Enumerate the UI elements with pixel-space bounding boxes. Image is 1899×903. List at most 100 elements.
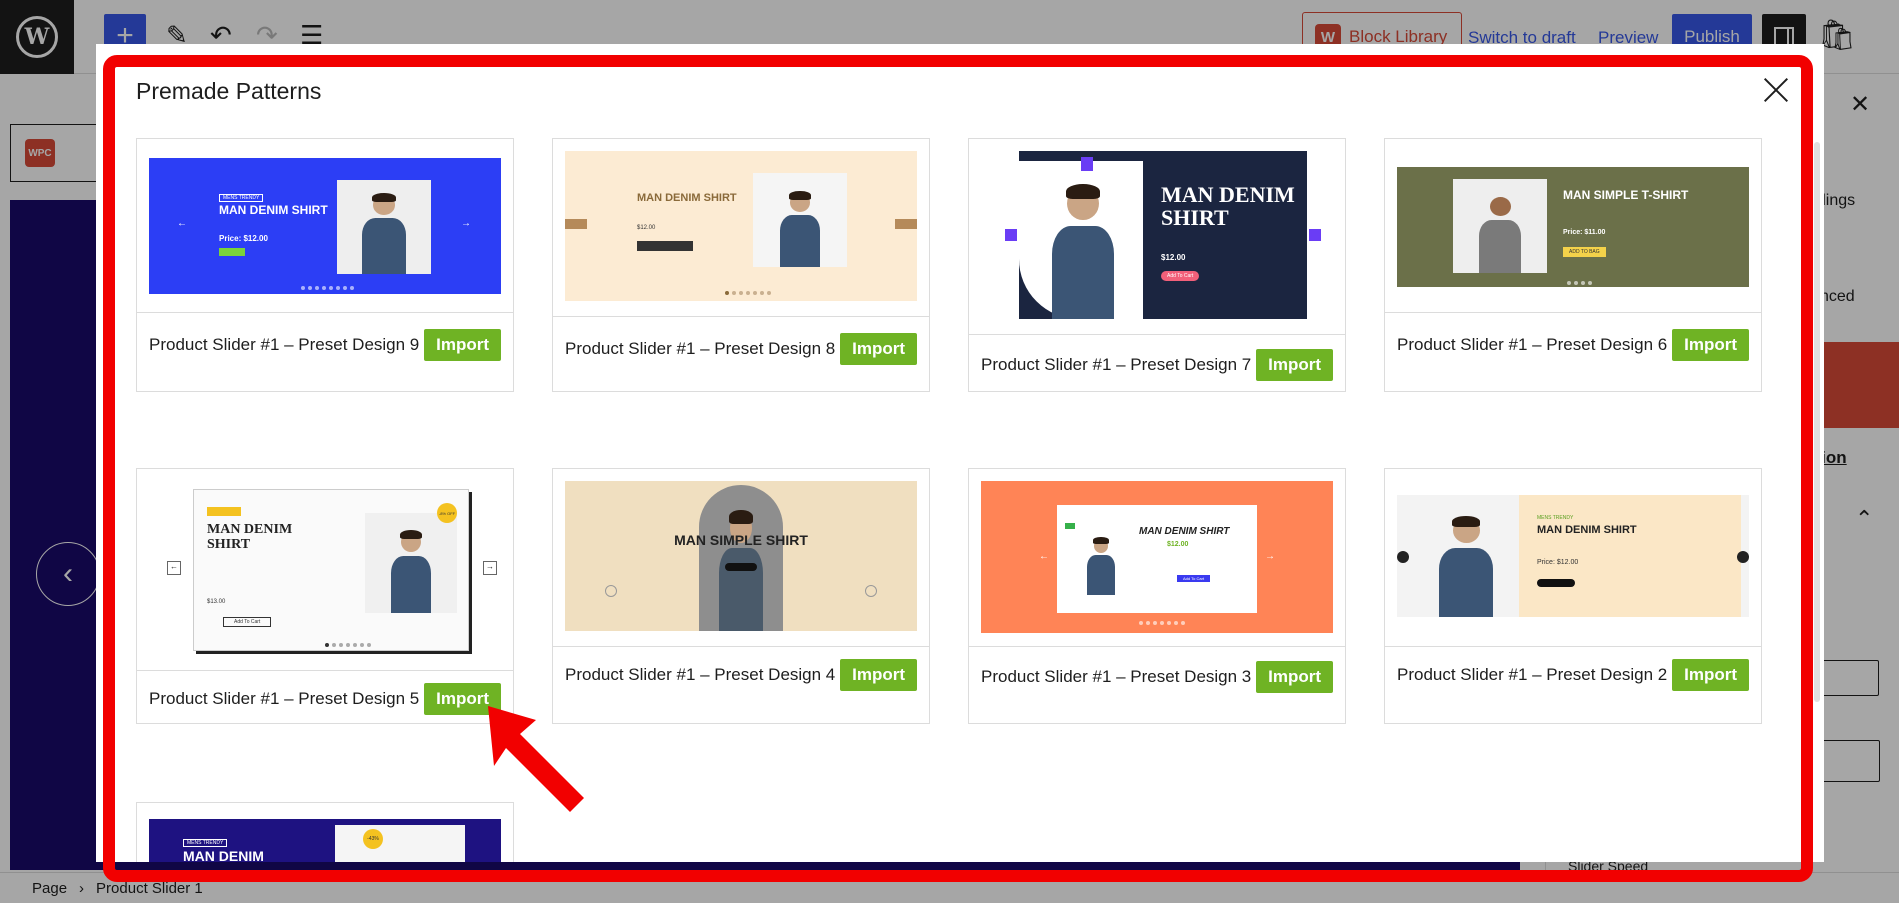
model-image	[1421, 505, 1511, 617]
prev-arrow-icon	[605, 585, 617, 597]
thumb-badge: -8% OFF	[437, 503, 457, 523]
thumb-tag: MENS TRENDY	[183, 839, 228, 847]
prev-arrow-icon: ←	[1039, 551, 1049, 562]
annotation-arrow-icon	[488, 706, 584, 812]
thumb-button: ADD TO BAG	[1563, 247, 1606, 257]
thumb-price: Price: $12.00	[219, 234, 268, 243]
thumb-headline: MAN DENIM SHIRT	[1161, 182, 1295, 231]
import-button[interactable]: Import	[840, 659, 917, 691]
card-footer: Product Slider #1 – Preset Design 4 Impo…	[565, 659, 917, 691]
model-image	[347, 184, 421, 274]
card-footer: Product Slider #1 – Preset Design 7 Impo…	[981, 349, 1333, 381]
prev-arrow-icon	[565, 219, 587, 229]
pattern-thumbnail[interactable]: MAN DENIM SHIRT $12.00 Add To Cart ← →	[969, 469, 1345, 647]
pattern-title: Product Slider #1 – Preset Design 5	[149, 689, 420, 708]
pattern-thumbnail[interactable]: MENS TRENDY MAN DENIM SHIRT Price: $12.0…	[137, 139, 513, 313]
model-image	[1031, 169, 1135, 319]
pattern-thumbnail[interactable]: MAN DENIM SHIRT $12.00 Add To Cart	[969, 139, 1345, 335]
thumb-headline: MAN SIMPLE T-SHIRT	[1563, 188, 1689, 202]
card-footer: Product Slider #1 – Preset Design 8 Impo…	[565, 333, 917, 365]
thumb-tag: MENS TRENDY	[219, 194, 264, 202]
card-footer: Product Slider #1 – Preset Design 9 Impo…	[149, 329, 501, 361]
slider-dots	[725, 291, 771, 295]
pattern-thumbnail[interactable]: MAN SIMPLE SHIRT	[553, 469, 929, 647]
pattern-card-design-1[interactable]: MENS TRENDY MAN DENIM -43%	[136, 802, 514, 862]
thumb-tag	[1065, 523, 1075, 529]
thumb-price: Price: $12.00	[1537, 559, 1579, 566]
pattern-card-design-7[interactable]: MAN DENIM SHIRT $12.00 Add To Cart Produ…	[968, 138, 1346, 392]
pattern-card-design-4[interactable]: MAN SIMPLE SHIRT Product Slider #1 – Pre…	[552, 468, 930, 724]
model-image	[767, 183, 833, 267]
pattern-thumbnail[interactable]: MENS TRENDY MAN DENIM SHIRT Price: $12.0…	[1385, 469, 1761, 647]
pattern-card-design-8[interactable]: MAN DENIM SHIRT $12.00 Product Slider #1…	[552, 138, 930, 392]
card-footer: Product Slider #1 – Preset Design 3 Impo…	[981, 661, 1333, 693]
thumb-headline: MAN DENIM SHIRT	[637, 192, 737, 204]
thumb-headline: MAN DENIM SHIRT	[1537, 524, 1637, 536]
pattern-card-design-6[interactable]: MAN SIMPLE T-SHIRT Price: $11.00 ADD TO …	[1384, 138, 1762, 392]
thumb-headline: MAN DENIM SHIRT	[219, 203, 328, 217]
pattern-thumbnail[interactable]: MAN SIMPLE T-SHIRT Price: $11.00 ADD TO …	[1385, 139, 1761, 313]
import-button[interactable]: Import	[840, 333, 917, 365]
prev-arrow-icon: ←	[177, 218, 187, 229]
badge-icon	[1081, 157, 1093, 171]
import-button[interactable]: Import	[1672, 659, 1749, 691]
prev-arrow-icon	[1397, 551, 1409, 563]
thumb-price: $12.00	[1167, 541, 1189, 548]
thumb-tag: MENS TRENDY	[1537, 515, 1574, 521]
import-button[interactable]: Import	[1256, 661, 1333, 693]
pattern-card-design-2[interactable]: MENS TRENDY MAN DENIM SHIRT Price: $12.0…	[1384, 468, 1762, 724]
slider-dots	[1567, 281, 1592, 285]
import-button[interactable]: Import	[1672, 329, 1749, 361]
pattern-thumbnail[interactable]: MAN DENIM SHIRT $13.00 Add To Cart -8% O…	[137, 469, 513, 671]
thumb-button: Add To Cart	[1161, 271, 1200, 281]
next-arrow-icon: →	[461, 218, 471, 229]
next-arrow-icon: →	[1265, 551, 1275, 562]
pattern-title: Product Slider #1 – Preset Design 8	[565, 339, 836, 358]
card-footer: Product Slider #1 – Preset Design 5 Impo…	[149, 683, 501, 715]
thumb-headline: MAN DENIM SHIRT	[207, 522, 293, 552]
slider-dots	[325, 643, 371, 647]
prev-arrow-icon: ←	[167, 561, 181, 575]
prev-arrow-icon	[1005, 229, 1017, 241]
thumb-button	[1537, 579, 1575, 587]
thumb-headline: MAN DENIM	[183, 848, 264, 862]
next-arrow-icon	[1737, 551, 1749, 563]
pattern-card-design-5[interactable]: MAN DENIM SHIRT $13.00 Add To Cart -8% O…	[136, 468, 514, 724]
pattern-card-design-9[interactable]: MENS TRENDY MAN DENIM SHIRT Price: $12.0…	[136, 138, 514, 392]
import-button[interactable]: Import	[1256, 349, 1333, 381]
modal-title: Premade Patterns	[136, 78, 322, 104]
model-image	[1077, 531, 1125, 595]
thumb-headline: MAN DENIM SHIRT	[1139, 526, 1230, 537]
premade-patterns-modal: Premade Patterns MENS TRENDY MAN DENIM S…	[96, 44, 1824, 862]
pattern-title: Product Slider #1 – Preset Design 4	[565, 665, 836, 684]
pattern-title: Product Slider #1 – Preset Design 6	[1397, 335, 1668, 354]
thumb-price: $12.00	[1161, 253, 1186, 262]
slider-dots	[1139, 621, 1185, 625]
thumb-price: $13.00	[207, 599, 226, 605]
thumb-headline: MAN SIMPLE SHIRT	[674, 532, 808, 548]
next-arrow-icon	[895, 219, 917, 229]
thumb-button: Add To Cart	[223, 617, 272, 627]
next-arrow-icon: →	[483, 561, 497, 575]
thumb-price: $12.00	[637, 225, 656, 231]
thumb-button: Add To Cart	[1177, 575, 1211, 582]
thumb-price: Price: $11.00	[1563, 229, 1606, 236]
card-footer: Product Slider #1 – Preset Design 2 Impo…	[1397, 659, 1749, 691]
next-arrow-icon	[1309, 229, 1321, 241]
import-button[interactable]: Import	[424, 329, 501, 361]
thumb-button	[637, 241, 693, 251]
pattern-thumbnail[interactable]: MAN DENIM SHIRT $12.00	[553, 139, 929, 317]
close-icon[interactable]	[1760, 74, 1792, 106]
next-arrow-icon	[865, 585, 877, 597]
thumb-badge: -43%	[363, 829, 383, 849]
pattern-card-design-3[interactable]: MAN DENIM SHIRT $12.00 Add To Cart ← → P…	[968, 468, 1346, 724]
pattern-title: Product Slider #1 – Preset Design 7	[981, 355, 1252, 374]
pattern-thumbnail[interactable]: MENS TRENDY MAN DENIM -43%	[137, 803, 513, 862]
pattern-title: Product Slider #1 – Preset Design 2	[1397, 665, 1668, 684]
pattern-title: Product Slider #1 – Preset Design 3	[981, 667, 1252, 686]
modal-scrollbar[interactable]	[1814, 142, 1820, 702]
model-image	[377, 521, 445, 613]
thumb-button	[725, 563, 757, 571]
pattern-title: Product Slider #1 – Preset Design 9	[149, 335, 420, 354]
model-image	[1465, 187, 1535, 273]
